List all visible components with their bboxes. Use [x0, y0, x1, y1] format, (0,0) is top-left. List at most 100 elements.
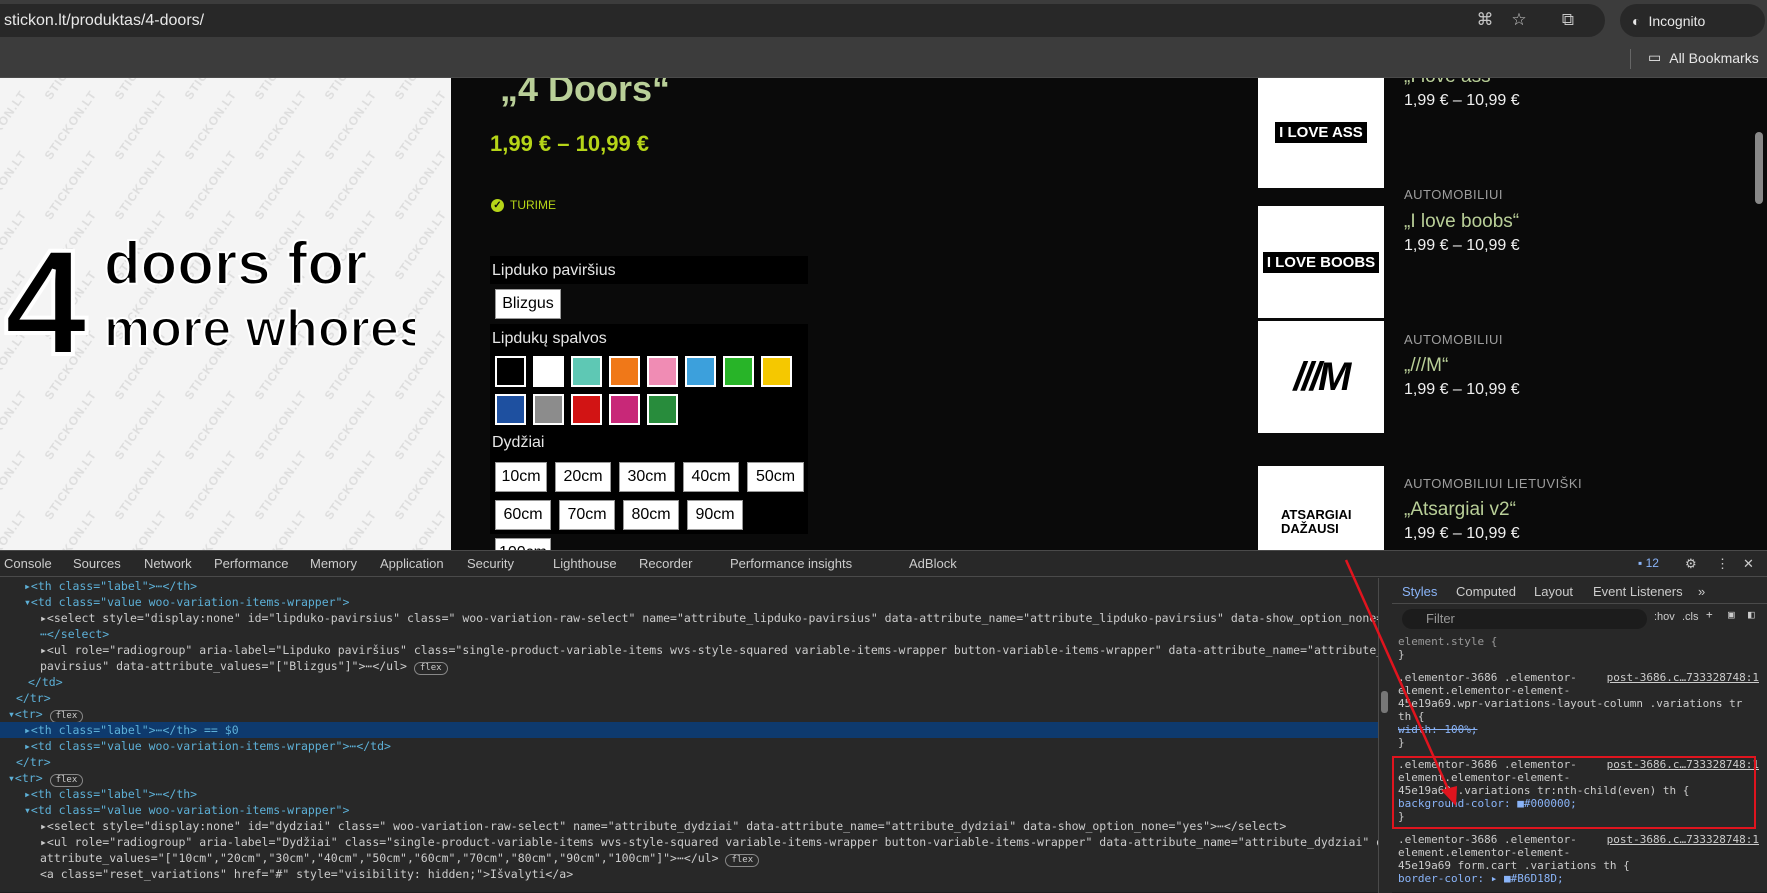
color-swatch[interactable]: [533, 356, 564, 387]
related-product-title[interactable]: „Atsargiai v2“: [1404, 499, 1516, 521]
style-rule-line[interactable]: th {: [1398, 710, 1758, 723]
color-swatch[interactable]: [685, 356, 716, 387]
tree-node[interactable]: pavirsius" data-attribute_values="["Bliz…: [0, 658, 1378, 675]
tree-node[interactable]: ⋯</select>: [0, 626, 1378, 642]
color-swatch[interactable]: [647, 394, 678, 425]
size-option-button[interactable]: 100cm: [495, 538, 551, 550]
size-option-button[interactable]: 60cm: [495, 500, 551, 530]
related-product-category[interactable]: AUTOMOBILIUI: [1404, 332, 1503, 347]
extensions-icon[interactable]: ⧉: [1557, 9, 1579, 31]
all-bookmarks-button[interactable]: ▭ All Bookmarks: [1648, 49, 1759, 66]
color-swatch[interactable]: [609, 356, 640, 387]
size-option-button[interactable]: 10cm: [495, 462, 547, 492]
devtools-tab[interactable]: AdBlock: [909, 556, 957, 571]
address-bar[interactable]: stickon.lt/produktas/4-doors/: [0, 4, 1605, 37]
event-listeners-tab[interactable]: Event Listeners: [1593, 584, 1683, 599]
color-swatch[interactable]: [495, 356, 526, 387]
color-swatch[interactable]: [609, 394, 640, 425]
tree-node[interactable]: ▸<select style="display:none" id="dydzia…: [0, 818, 1378, 834]
tree-node[interactable]: attribute_values="["10cm","20cm","30cm",…: [0, 850, 1378, 867]
devtools-tab[interactable]: Application: [380, 556, 444, 571]
color-swatch[interactable]: [533, 394, 564, 425]
size-option-button[interactable]: 90cm: [687, 500, 743, 530]
devtools-tab[interactable]: Performance: [214, 556, 288, 571]
color-swatch[interactable]: [761, 356, 792, 387]
product-image[interactable]: STICKON.LT STICKON.LT STICKON.LT STICKON.LT…: [0, 78, 451, 550]
color-swatch[interactable]: [571, 356, 602, 387]
issues-counter[interactable]: ▪ 12: [1638, 556, 1659, 570]
layout-tab[interactable]: Layout: [1534, 584, 1573, 599]
tree-node[interactable]: </tr>: [0, 690, 1378, 706]
tree-node[interactable]: </td>: [0, 674, 1378, 690]
rule-source-link[interactable]: post-3686.c…733328748:1: [1607, 833, 1759, 846]
more-tabs-icon[interactable]: »: [1698, 584, 1705, 599]
devtools-tab[interactable]: Security: [467, 556, 514, 571]
rule-source-link[interactable]: post-3686.c…733328748:1: [1607, 671, 1759, 684]
size-option-button[interactable]: 80cm: [623, 500, 679, 530]
tree-node[interactable]: ▸<ul role="radiogroup" aria-label="Dydži…: [0, 834, 1378, 850]
style-rule-line[interactable]: 45e19a69 form.cart .variations th {: [1398, 859, 1758, 872]
tree-node[interactable]: ▾<tr> flex: [0, 770, 1378, 787]
tree-node[interactable]: </tr>: [0, 754, 1378, 770]
related-product-category[interactable]: AUTOMOBILIUI: [1404, 187, 1503, 202]
tree-node[interactable]: ▸<th class="label">⋯</th>: [0, 578, 1378, 594]
style-rule-line[interactable]: element.elementor-element-: [1398, 684, 1758, 697]
paint-icon[interactable]: ▣: [1728, 608, 1735, 621]
color-swatch[interactable]: [571, 394, 602, 425]
cls-button[interactable]: .cls: [1682, 611, 1699, 623]
related-product-title[interactable]: „I love boobs“: [1404, 211, 1519, 233]
size-option-button[interactable]: 40cm: [683, 462, 739, 492]
related-product-image[interactable]: ATSARGIAI DAŽAUSI: [1258, 466, 1384, 550]
style-rule-line[interactable]: element.style {: [1398, 635, 1758, 648]
style-rule-line[interactable]: 45e19a69.wpr-variations-layout-column .v…: [1398, 697, 1758, 710]
add-rule-icon[interactable]: +: [1706, 608, 1713, 621]
more-icon[interactable]: ⋮: [1716, 556, 1729, 572]
surface-option-button[interactable]: Blizgus: [495, 289, 561, 319]
size-option-button[interactable]: 50cm: [747, 462, 804, 492]
color-swatch[interactable]: [647, 356, 678, 387]
tree-node-selected[interactable]: ▸<th class="label">⋯</th> == $0: [0, 722, 1378, 738]
tree-node[interactable]: ▸<td class="value woo-variation-items-wr…: [0, 738, 1378, 754]
tree-node[interactable]: ▾<td class="value woo-variation-items-wr…: [0, 594, 1378, 610]
tree-node[interactable]: ▾<td class="value woo-variation-items-wr…: [0, 802, 1378, 818]
styles-tab[interactable]: Styles: [1402, 584, 1437, 599]
incognito-button[interactable]: ◐ Incognito: [1620, 4, 1765, 37]
style-property[interactable]: width: 100%;: [1398, 723, 1758, 736]
tree-node[interactable]: ▸<select style="display:none" id="lipduk…: [0, 610, 1378, 626]
tree-node[interactable]: ▸<th class="label">⋯</th>: [0, 786, 1378, 802]
tree-node[interactable]: <a class="reset_variations" href="#" sty…: [0, 866, 1378, 882]
sidebar-toggle-icon[interactable]: ◧: [1748, 608, 1755, 621]
related-product-title[interactable]: „///M“: [1404, 355, 1448, 377]
star-icon[interactable]: ☆: [1508, 9, 1530, 31]
panel-divider[interactable]: [1378, 578, 1392, 893]
close-icon[interactable]: ✕: [1743, 556, 1754, 572]
elements-scrollbar[interactable]: [1381, 691, 1388, 713]
tree-node[interactable]: ▾<tr> flex: [0, 706, 1378, 723]
devtools-tab[interactable]: Memory: [310, 556, 357, 571]
related-product-title[interactable]: „I love ass“: [1404, 78, 1497, 88]
related-product-image[interactable]: ///M: [1258, 321, 1384, 433]
tree-node[interactable]: ▸<ul role="radiogroup" aria-label="Lipdu…: [0, 642, 1378, 658]
filter-input[interactable]: Filter: [1402, 609, 1647, 629]
devtools-tab[interactable]: Console: [4, 556, 52, 571]
devtools-tab[interactable]: Sources: [73, 556, 121, 571]
gear-icon[interactable]: ⚙: [1685, 556, 1697, 572]
devtools-tab[interactable]: Lighthouse: [553, 556, 617, 571]
devtools-tab[interactable]: Network: [144, 556, 192, 571]
size-option-button[interactable]: 30cm: [619, 462, 675, 492]
related-product-image[interactable]: I LOVE BOOBS: [1258, 206, 1384, 318]
devtools-tab[interactable]: Recorder: [639, 556, 692, 571]
computed-tab[interactable]: Computed: [1456, 584, 1516, 599]
style-rule-line[interactable]: element.elementor-element-: [1398, 846, 1758, 859]
devtools-tab[interactable]: Performance insights: [730, 556, 852, 571]
color-swatch[interactable]: [495, 394, 526, 425]
related-product-image[interactable]: I LOVE ASS: [1258, 78, 1384, 188]
hov-button[interactable]: :hov: [1654, 611, 1675, 623]
style-property[interactable]: border-color: ▸ ■#B6D18D;: [1398, 872, 1758, 885]
related-product-category[interactable]: AUTOMOBILIUI LIETUVIŠKI: [1404, 476, 1582, 491]
page-scrollbar[interactable]: [1755, 132, 1763, 204]
size-option-button[interactable]: 70cm: [559, 500, 615, 530]
color-swatch[interactable]: [723, 356, 754, 387]
url-text[interactable]: stickon.lt/produktas/4-doors/: [4, 12, 204, 30]
translate-icon[interactable]: ⌘: [1474, 9, 1496, 31]
